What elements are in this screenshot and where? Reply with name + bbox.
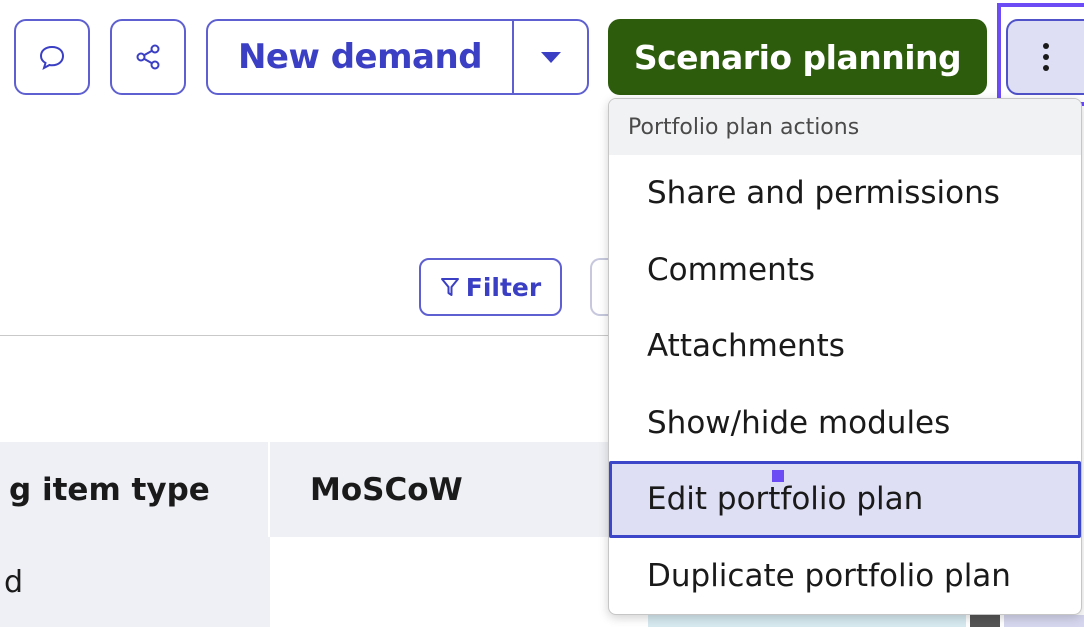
filter-button[interactable]: Filter: [419, 258, 562, 316]
menu-item-attachments[interactable]: Attachments: [609, 308, 1081, 385]
portfolio-plan-actions-menu: Portfolio plan actions Share and permiss…: [608, 98, 1082, 615]
background-cell: [970, 615, 1000, 627]
menu-header: Portfolio plan actions: [609, 99, 1081, 155]
pointer-indicator: [772, 470, 784, 482]
more-actions-button[interactable]: [1006, 19, 1084, 95]
new-demand-button[interactable]: New demand: [208, 21, 512, 93]
table-header: g item type MoSCoW: [0, 442, 612, 537]
new-demand-split-button: New demand: [206, 19, 589, 95]
new-demand-dropdown-toggle[interactable]: [514, 21, 587, 93]
menu-item-share-and-permissions[interactable]: Share and permissions: [609, 155, 1081, 232]
background-cell: [1004, 615, 1084, 627]
comment-button[interactable]: [14, 19, 90, 95]
menu-item-duplicate-portfolio-plan[interactable]: Duplicate portfolio plan: [609, 538, 1081, 615]
speech-bubble-icon: [39, 45, 65, 71]
menu-item-show-hide-modules[interactable]: Show/hide modules: [609, 385, 1081, 462]
vertical-ellipsis-icon: [1043, 43, 1049, 71]
menu-item-edit-portfolio-plan[interactable]: Edit portfolio plan: [609, 461, 1081, 538]
column-header-item-type[interactable]: g item type: [0, 442, 270, 537]
scenario-planning-button[interactable]: Scenario planning: [608, 19, 987, 95]
section-divider: [0, 335, 610, 336]
table-cell: d: [0, 537, 270, 627]
filter-label: Filter: [465, 272, 542, 302]
filter-funnel-icon: [440, 278, 459, 296]
column-header-moscow[interactable]: MoSCoW: [270, 442, 612, 537]
background-cell: [648, 615, 966, 627]
caret-down-icon: [540, 52, 561, 63]
menu-item-comments[interactable]: Comments: [609, 232, 1081, 309]
share-button[interactable]: [110, 19, 186, 95]
share-icon: [136, 44, 160, 70]
